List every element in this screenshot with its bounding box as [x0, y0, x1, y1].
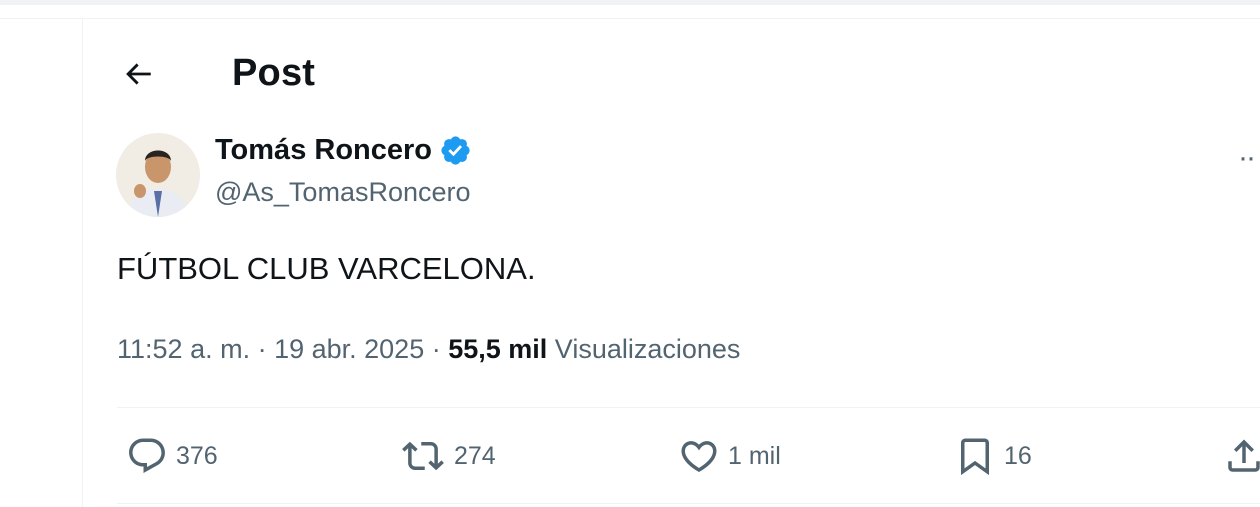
reply-count: 376 [176, 441, 218, 470]
views-label: Visualizaciones [554, 334, 741, 364]
back-button[interactable] [118, 54, 158, 94]
author-handle[interactable]: @As_TomasRoncero [215, 177, 471, 208]
views-count: 55,5 mil [448, 334, 548, 364]
repost-count: 274 [454, 441, 496, 470]
heart-icon [681, 441, 717, 473]
author-name[interactable]: Tomás Roncero [215, 134, 432, 167]
top-bar [0, 0, 1260, 5]
meta-separator: · [424, 334, 449, 364]
reply-button[interactable]: 376 [126, 433, 218, 479]
meta-separator: · [250, 334, 275, 364]
post-meta: 11:52 a. m. · 19 abr. 2025 · 55,5 mil Vi… [117, 334, 740, 365]
page-title: Post [232, 52, 316, 94]
share-button[interactable] [1228, 433, 1260, 479]
share-icon [1228, 439, 1260, 472]
bottom-divider [117, 503, 1260, 504]
bookmark-count: 16 [1004, 441, 1032, 470]
reply-icon [129, 438, 165, 473]
repost-button[interactable]: 274 [400, 433, 496, 479]
repost-icon [402, 441, 444, 471]
arrow-left-icon [126, 63, 151, 85]
column-border [82, 18, 83, 507]
avatar[interactable] [116, 133, 200, 217]
post-date[interactable]: 19 abr. 2025 [274, 334, 424, 364]
more-options-button[interactable]: ·· [1238, 141, 1256, 175]
bookmark-icon [961, 438, 989, 476]
post-time[interactable]: 11:52 a. m. [117, 334, 250, 364]
post-text: FÚTBOL CLUB VARCELONA. [117, 251, 536, 286]
bookmark-button[interactable]: 16 [954, 433, 1032, 479]
like-button[interactable]: 1 mil [678, 433, 781, 479]
verified-badge-icon [441, 136, 470, 165]
like-count: 1 mil [728, 441, 781, 470]
more-dots-icon: ·· [1238, 141, 1256, 174]
divider [117, 407, 1260, 408]
top-border [0, 18, 1260, 19]
